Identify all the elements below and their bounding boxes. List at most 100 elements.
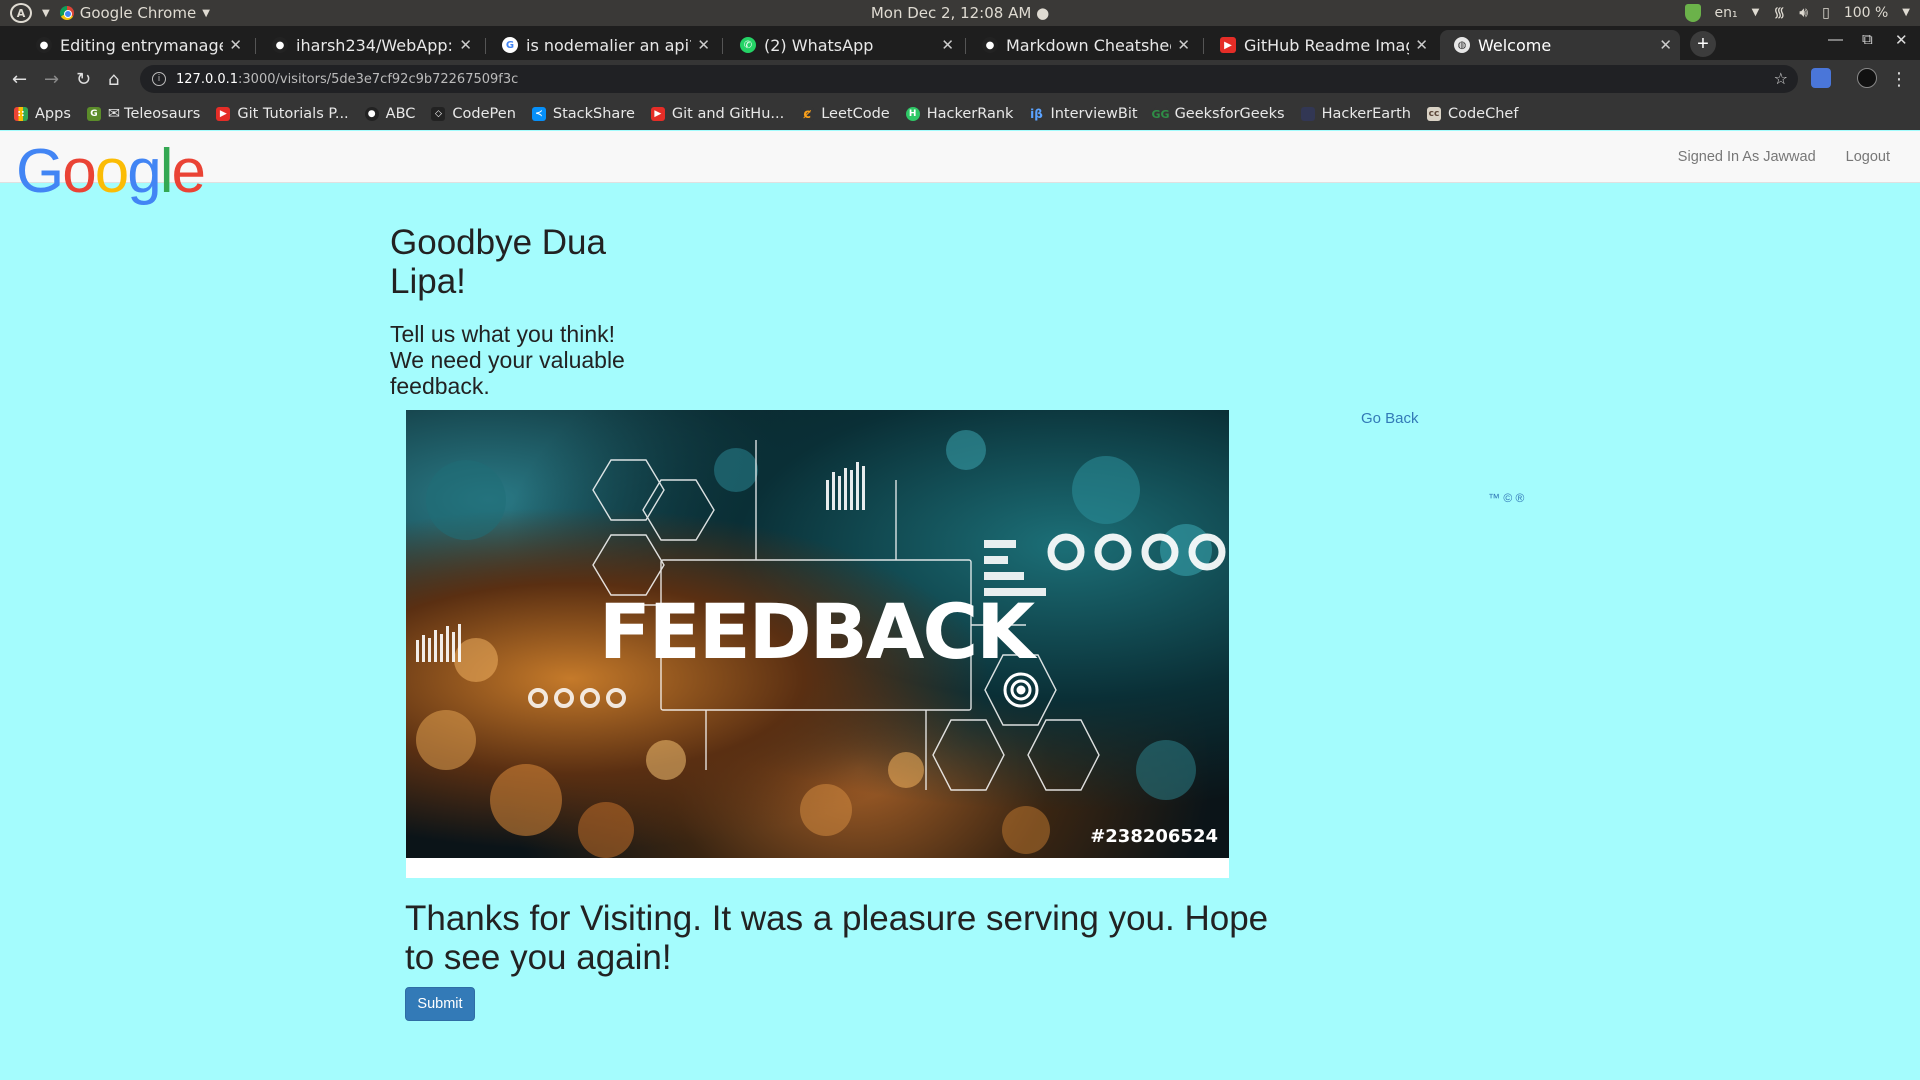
bookmark-teleosaurs[interactable]: G ✉ Teleosaurs	[86, 106, 201, 122]
youtube-icon: ▶	[216, 107, 231, 121]
bookmark-hackerrank[interactable]: H HackerRank	[905, 106, 1014, 122]
github-icon: ●	[272, 37, 288, 53]
envelope-icon: ✉	[107, 106, 121, 122]
github-icon: ●	[36, 37, 52, 53]
bookmark-label: Teleosaurs	[124, 106, 201, 122]
web-page: Google Signed In As Jawwad Logout Goodby…	[0, 131, 1920, 1080]
os-top-panel: A ▼ Google Chrome ▼ Mon Dec 2, 12:08 AM …	[0, 0, 1920, 26]
chrome-icon	[59, 6, 74, 20]
youtube-icon: ▶	[1220, 37, 1236, 53]
bookmark-label: StackShare	[552, 106, 635, 122]
close-icon[interactable]: ✕	[941, 36, 954, 54]
bookmark-label: InterviewBit	[1050, 106, 1138, 122]
tab-title: Editing entrymanagemen	[60, 35, 223, 55]
bookmark-git-and-github[interactable]: ▶ Git and GitHu...	[650, 106, 784, 122]
feedback-word: FEEDBACK	[599, 587, 1038, 676]
github-icon: ●	[364, 107, 379, 121]
go-back-link[interactable]: Go Back	[1361, 410, 1419, 427]
globe-icon: ◍	[1454, 37, 1470, 53]
mail-icon: G	[86, 107, 101, 121]
tab-webapp[interactable]: ● iharsh234/WebApp: Web ✕	[258, 30, 480, 60]
leetcode-icon: ȼ	[800, 107, 815, 122]
bookmark-codechef[interactable]: cc CodeChef	[1426, 106, 1519, 122]
kebab-menu-icon[interactable]: ⋮	[1890, 69, 1908, 90]
bookmark-label: LeetCode	[821, 106, 890, 122]
codechef-icon: cc	[1426, 107, 1441, 121]
bookmark-stackshare[interactable]: ≺ StackShare	[531, 106, 635, 122]
url-host: 127.0.0.1	[176, 71, 239, 87]
tab-title: Welcome	[1478, 35, 1552, 55]
home-icon[interactable]: ⌂	[108, 69, 119, 90]
bookmark-label: GeeksforGeeks	[1174, 106, 1285, 122]
language-indicator[interactable]: en₁	[1715, 5, 1738, 21]
bookmark-label: HackerEarth	[1321, 106, 1411, 122]
bookmark-abc[interactable]: ● ABC	[364, 106, 416, 122]
app-menu[interactable]: Google Chrome ▼	[59, 4, 210, 22]
info-icon[interactable]: i	[152, 72, 166, 86]
forward-arrow-icon[interactable]: →	[44, 69, 59, 90]
bookmark-star-icon[interactable]: ☆	[1774, 69, 1788, 88]
bookmark-git-tutorials[interactable]: ▶ Git Tutorials P...	[216, 106, 349, 122]
tab-nodemailer-search[interactable]: G is nodemalier an api? - Go ✕	[488, 30, 718, 60]
submit-button[interactable]: Submit	[405, 987, 475, 1021]
bookmark-label: Apps	[35, 106, 71, 122]
whatsapp-icon: ✆	[740, 37, 756, 53]
bookmark-apps[interactable]: :: Apps	[14, 106, 71, 122]
bookmark-label: Git Tutorials P...	[237, 106, 349, 122]
tab-whatsapp[interactable]: ✆ (2) WhatsApp ✕	[726, 30, 962, 60]
google-icon: G	[502, 37, 518, 53]
activities-icon[interactable]: A	[10, 3, 32, 23]
tab-title: Markdown Cheatsheet · a	[1006, 35, 1171, 55]
tab-entrymanagement[interactable]: ● Editing entrymanagemen ✕	[22, 30, 250, 60]
close-icon[interactable]: ✕	[1415, 36, 1428, 54]
bookmark-geeksforgeeks[interactable]: GG GeeksforGeeks	[1152, 106, 1285, 122]
tab-strip: ● Editing entrymanagemen ✕ ● iharsh234/W…	[0, 26, 1920, 60]
interviewbit-icon: iβ	[1029, 107, 1044, 121]
hackerearth-icon	[1300, 107, 1315, 121]
close-icon[interactable]: ✕	[1659, 36, 1672, 54]
bookmark-label: HackerRank	[926, 106, 1014, 122]
restore-icon[interactable]: ⧉	[1862, 31, 1873, 48]
volume-icon[interactable]: 🔊︎	[1799, 5, 1808, 21]
bookmarks-bar: :: Apps G ✉ Teleosaurs ▶ Git Tutorials P…	[0, 98, 1920, 130]
address-bar[interactable]: i 127.0.0.1 :3000/visitors/5de3e7cf92c9b…	[140, 65, 1798, 93]
tab-welcome[interactable]: ◍ Welcome ✕	[1440, 30, 1680, 60]
bookmark-label: CodePen	[452, 106, 516, 122]
close-icon[interactable]: ✕	[697, 36, 710, 54]
new-tab-button[interactable]: +	[1690, 31, 1716, 57]
profile-avatar-icon[interactable]	[1857, 68, 1877, 88]
youtube-icon: ▶	[650, 107, 665, 121]
tab-markdown-cheatsheet[interactable]: ● Markdown Cheatsheet · a ✕	[968, 30, 1198, 60]
translate-extension-icon[interactable]	[1811, 68, 1831, 88]
battery-percent: 100 %	[1843, 4, 1889, 21]
tab-github-readme-images[interactable]: ▶ GitHub Readme Images Tu ✕	[1206, 30, 1436, 60]
feedback-prompt: Tell us what you think! We need your val…	[390, 321, 625, 399]
chevron-down-icon[interactable]: ▼	[1902, 7, 1910, 18]
codepen-icon: ◇	[431, 107, 446, 121]
clock[interactable]: Mon Dec 2, 12:08 AM	[871, 4, 1031, 22]
chevron-down-icon[interactable]: ▼	[42, 8, 50, 19]
hackerrank-icon: H	[905, 107, 920, 121]
bookmark-codepen[interactable]: ◇ CodePen	[431, 106, 516, 122]
chevron-down-icon: ▼	[1751, 7, 1760, 18]
wifi-icon[interactable]: ᯾	[1773, 3, 1785, 22]
tab-title: is nodemalier an api? - Go	[526, 35, 691, 55]
bookmark-label: CodeChef	[1447, 106, 1519, 122]
bookmark-label: ABC	[385, 106, 416, 122]
close-window-icon[interactable]: ✕	[1895, 31, 1908, 49]
shield-icon[interactable]	[1684, 3, 1701, 22]
trademark-symbols: ™ © ®	[1488, 491, 1525, 505]
bookmark-leetcode[interactable]: ȼ LeetCode	[800, 106, 890, 122]
close-icon[interactable]: ✕	[459, 36, 472, 54]
minimize-icon[interactable]: —	[1828, 31, 1843, 48]
close-icon[interactable]: ✕	[1177, 36, 1190, 54]
apps-grid-icon: ::	[14, 107, 28, 121]
browser-toolbar: ← → ↻ ⌂ i 127.0.0.1 :3000/visitors/5de3e…	[0, 60, 1920, 98]
battery-icon[interactable]: ▯	[1822, 5, 1830, 21]
bookmark-interviewbit[interactable]: iβ InterviewBit	[1029, 106, 1138, 122]
chevron-down-icon: ▼	[202, 7, 210, 19]
back-arrow-icon[interactable]: ←	[12, 69, 27, 90]
close-icon[interactable]: ✕	[229, 36, 242, 54]
bookmark-hackerearth[interactable]: HackerEarth	[1300, 106, 1411, 122]
reload-icon[interactable]: ↻	[76, 69, 91, 90]
